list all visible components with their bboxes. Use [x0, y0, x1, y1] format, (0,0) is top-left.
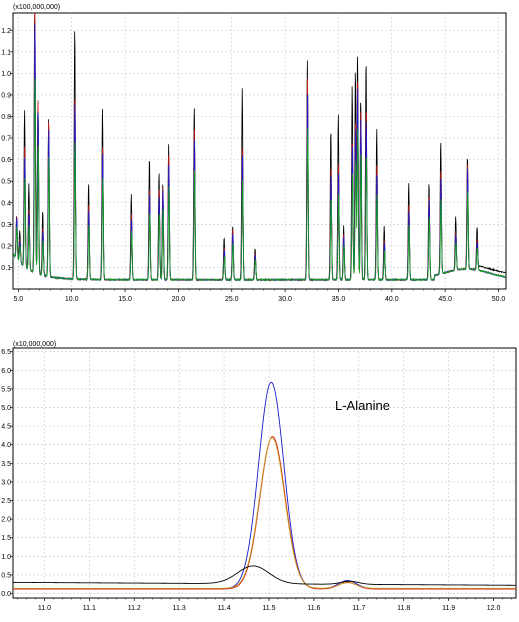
chart1-x-tick-label: 25.0	[225, 296, 239, 303]
chart1-x-tick-labels: 5.0 10.0 15.0 20.0 25.0 30.0 35.0 40.0 45.0 50.0	[13, 296, 505, 303]
chart2-x-tick-label: 11.0	[38, 605, 51, 612]
chart2-scale-label: (x10,000,000)	[13, 341, 56, 348]
chart2-x-tick-label: 11.2	[128, 605, 141, 612]
chart1-x-tick-label: 45.0	[438, 296, 452, 303]
chart2-x-tick-label: 11.6	[307, 605, 320, 612]
alanine-peak-chart: 0.0 0.5 1.0 1.5 2.0 2.5 3.0 3.5 4.0 4.5 5.0 5.5 6.0 6…	[1, 341, 517, 612]
chart2-y-tick-label: 6.0	[1, 368, 11, 375]
chart2-y-tick-label: 1.0	[1, 554, 11, 561]
chart2-y-tick-label: 5.5	[1, 386, 11, 393]
chart1-x-tick-label: 10.0	[65, 296, 79, 303]
chart2-x-tick-label: 12.0	[487, 605, 501, 612]
chart1-y-tick-labels: 0.1 0.2 0.3 0.4 0.5 0.6 0.7 0.8 0.9 1.0 1.1 1.2	[1, 28, 11, 272]
chart1-y-tick-label: 0.4	[1, 200, 11, 207]
chart1-y-tick-label: 1.2	[1, 28, 11, 35]
chart1-y-tick-label: 0.3	[1, 222, 11, 229]
chart1-x-tick-label: 20.0	[172, 296, 186, 303]
chart1-y-tick-label: 1.1	[1, 49, 11, 56]
chart1-x-tick-label: 30.0	[278, 296, 292, 303]
chart2-y-tick-label: 3.5	[1, 461, 11, 468]
chart2-x-tick-label: 11.4	[218, 605, 231, 612]
chart2-x-tick-label: 11.1	[83, 605, 96, 612]
chart1-x-tick-label: 15.0	[118, 296, 132, 303]
chart2-x-tick-label: 11.7	[352, 605, 365, 612]
chart2-y-tick-label: 4.5	[1, 424, 11, 431]
chart2-x-tick-label: 11.5	[262, 605, 275, 612]
chart1-y-tick-label: 0.2	[1, 243, 11, 250]
chart1-x-tick-label: 40.0	[385, 296, 399, 303]
chart1-y-tick-label: 1.0	[1, 71, 11, 78]
chart1-y-tick-label: 0.7	[1, 136, 11, 143]
chart2-y-tick-labels: 0.0 0.5 1.0 1.5 2.0 2.5 3.0 3.5 4.0 4.5 5.0 5.5 6.0 6…	[1, 349, 11, 598]
chart2-y-tick-label: 6.5	[1, 349, 11, 356]
chart1-y-tick-label: 0.6	[1, 157, 11, 164]
chromatogram-figure: 0.1 0.2 0.3 0.4 0.5 0.6 0.7 0.8 0.9 1.0 1.1 1.2 5.0…	[1, 4, 517, 612]
chart1-x-tick-label: 50.0	[492, 296, 506, 303]
chart2-y-tick-label: 2.5	[1, 498, 11, 505]
chart1-y-tick-label: 0.9	[1, 92, 11, 99]
full-chromatogram-chart: 0.1 0.2 0.3 0.4 0.5 0.6 0.7 0.8 0.9 1.0 1.1 1.2 5.0…	[1, 4, 507, 303]
chart1-x-tick-label: 5.0	[13, 296, 23, 303]
chart1-y-tick-label: 0.5	[1, 179, 11, 186]
chart2-y-tick-label: 5.0	[1, 405, 11, 412]
chart2-y-tick-label: 0.0	[1, 591, 11, 598]
chart1-y-tick-label: 0.1	[1, 265, 11, 272]
chart2-y-tick-label: 0.5	[1, 572, 11, 579]
chart2-x-tick-label: 11.3	[173, 605, 186, 612]
chart1-x-tick-label: 35.0	[332, 296, 346, 303]
chart2-x-tick-labels: 11.0 11.1 11.2 11.3 11.4 11.5 11.6 11.7 11.8 11.9…	[38, 605, 501, 612]
chart1-scale-label: (x100,000,000)	[13, 4, 60, 11]
chart2-y-tick-label: 3.0	[1, 479, 11, 486]
alanine-annotation: L-Alanine	[335, 398, 390, 413]
chart1-y-tick-label: 0.8	[1, 114, 11, 121]
chart2-plot-frame	[12, 347, 517, 599]
chart2-y-tick-label: 1.5	[1, 535, 11, 542]
chart1-plot-frame	[12, 12, 507, 290]
chart2-y-tick-label: 2.0	[1, 517, 11, 524]
chart2-y-tick-label: 4.0	[1, 442, 11, 449]
chart2-x-tick-label: 11.9	[442, 605, 455, 612]
chart2-x-tick-label: 11.8	[397, 605, 410, 612]
